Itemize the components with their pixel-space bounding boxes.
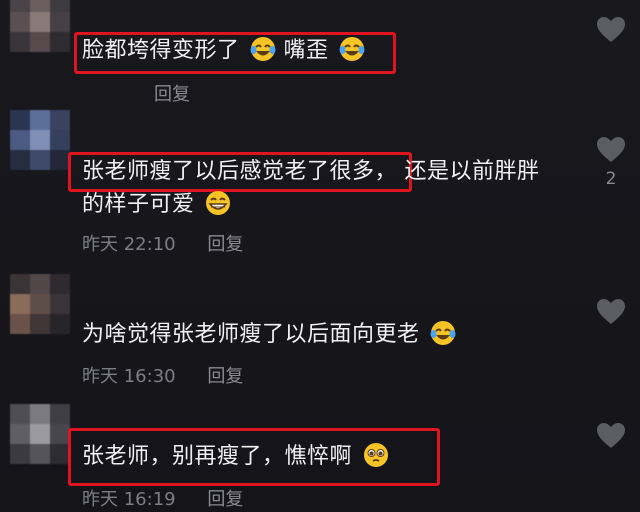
comment-meta: 昨天 16:19 回复 xyxy=(82,485,243,511)
comment-text: 张老师，别再瘦了，憔悴啊 xyxy=(82,440,389,479)
comment-text: 脸都垮得变形了 嘴歪 xyxy=(82,34,365,73)
like-button[interactable] xyxy=(594,298,628,325)
avatar[interactable] xyxy=(10,110,70,170)
comment-meta: 昨天 22:10 回复 xyxy=(82,230,243,256)
comment-text: 为啥觉得张老师瘦了以后面向更老 xyxy=(82,318,456,357)
avatar[interactable] xyxy=(10,274,70,334)
comment-text-highlighted: 张老师瘦了以后感觉老了很多， xyxy=(82,159,398,184)
reply-button[interactable]: 回复 xyxy=(207,489,243,510)
reply-button[interactable]: 回复 xyxy=(207,234,243,255)
laughing-crying-emoji-icon xyxy=(430,320,456,357)
comment-text-main: 脸都垮得变形了 xyxy=(82,38,240,63)
comment-text-tail: 嘴歪 xyxy=(283,38,329,63)
heart-icon xyxy=(597,17,625,42)
laughing-crying-emoji-icon xyxy=(250,36,276,73)
heart-icon xyxy=(597,299,625,324)
comment-list: 脸都垮得变形了 嘴歪 回复 张老师瘦了以后感觉老了很多， 还是以前胖胖 的样子可… xyxy=(0,0,640,512)
like-button[interactable]: 2 xyxy=(594,136,628,189)
comment-text-line2: 的样子可爱 xyxy=(82,188,231,227)
like-count: 2 xyxy=(605,169,617,189)
heart-icon xyxy=(597,137,625,162)
laughing-crying-emoji-icon xyxy=(339,36,365,73)
comment-meta: 昨天 16:30 回复 xyxy=(82,362,243,388)
comment-timestamp: 昨天 16:30 xyxy=(82,366,176,387)
comment-text-rest: 还是以前胖胖 xyxy=(404,159,540,184)
like-button[interactable] xyxy=(594,422,628,449)
pleading-emoji-icon xyxy=(363,442,389,479)
comment-text-main: 为啥觉得张老师瘦了以后面向更老 xyxy=(82,322,420,347)
reply-button[interactable]: 回复 xyxy=(207,366,243,387)
avatar[interactable] xyxy=(10,0,70,52)
comment-timestamp: 昨天 16:19 xyxy=(82,489,176,510)
avatar[interactable] xyxy=(10,404,70,464)
like-button[interactable] xyxy=(594,16,628,43)
grinning-emoji-icon xyxy=(205,190,231,227)
heart-icon xyxy=(597,423,625,448)
comment-text-main: 张老师，别再瘦了，憔悴啊 xyxy=(82,444,353,469)
reply-button[interactable]: 回复 xyxy=(154,84,190,105)
comment-meta: 回复 xyxy=(154,80,190,106)
comment-timestamp: 昨天 22:10 xyxy=(82,234,176,255)
comment-text: 张老师瘦了以后感觉老了很多， 还是以前胖胖 xyxy=(82,155,540,189)
comment-text-line2-content: 的样子可爱 xyxy=(82,192,195,217)
